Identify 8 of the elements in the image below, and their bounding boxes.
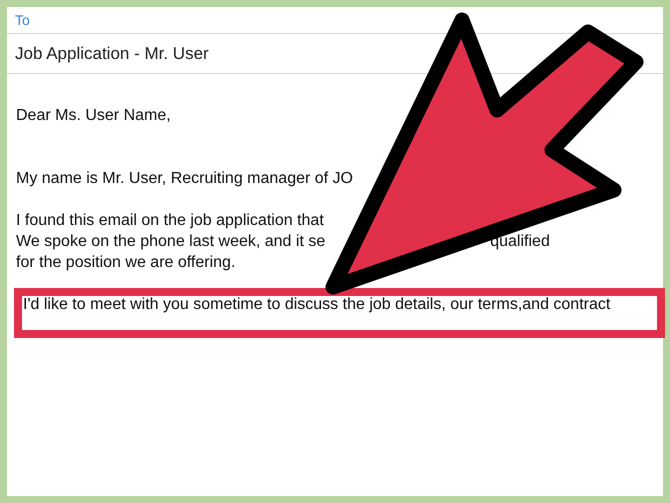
body-text: I found this email on the job application that bbox=[16, 211, 324, 231]
subject-text: Job Application - Mr. User bbox=[15, 44, 209, 64]
body-text: Dear Ms. User Name, bbox=[16, 106, 171, 126]
body-text: My name is Mr. User, Recruiting manager of JO bbox=[16, 169, 353, 189]
body-text: for the position we are offering. bbox=[16, 253, 236, 273]
body-text: I'd like to meet with you sometime to discuss the job details, our terms,and contract bbox=[23, 296, 610, 313]
body-text: We spoke on the phone last week, and it se bbox=[16, 232, 326, 252]
to-label: To bbox=[15, 12, 30, 28]
